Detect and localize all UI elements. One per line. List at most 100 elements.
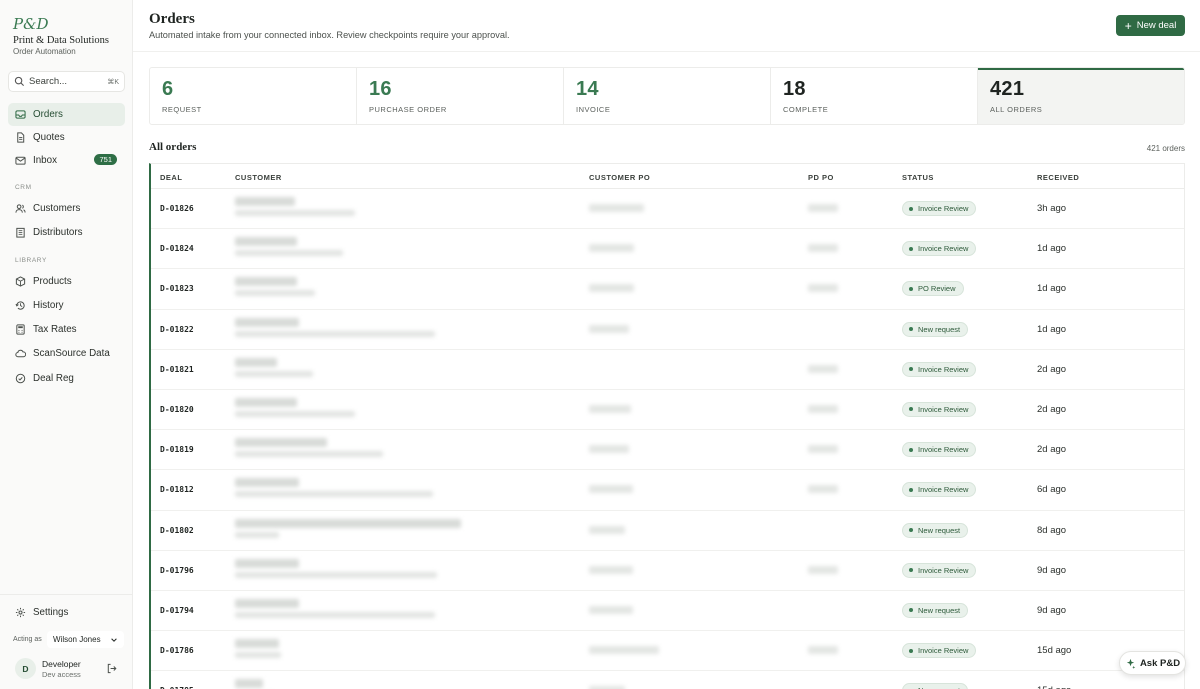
sidebar-item-history[interactable]: History <box>8 294 125 317</box>
stat-invoice[interactable]: 14 INVOICE <box>564 68 771 124</box>
status-label: Invoice Review <box>918 445 969 455</box>
table-row[interactable]: D-01802 New request 8d ago <box>151 511 1184 551</box>
deal-id[interactable]: D-01812 <box>160 485 194 494</box>
sidebar-item-tax-rates[interactable]: Tax Rates <box>8 318 125 341</box>
pd-po-redacted <box>808 204 838 212</box>
status-badge: PO Review <box>902 281 964 297</box>
customer-po-redacted <box>589 525 625 534</box>
sidebar-item-settings[interactable]: Settings <box>8 601 125 624</box>
customer-name-redacted <box>235 317 299 327</box>
status-dot-icon <box>909 407 913 412</box>
status-label: Invoice Review <box>918 244 969 254</box>
stat-value: 18 <box>783 78 806 100</box>
logout-icon[interactable] <box>106 663 117 674</box>
deal-id[interactable]: D-01794 <box>160 606 194 615</box>
customer-email-redacted <box>235 652 281 659</box>
deal-id[interactable]: D-01786 <box>160 646 194 655</box>
received-time: 1d ago <box>1037 323 1067 335</box>
deal-id[interactable]: D-01826 <box>160 204 194 213</box>
table-row[interactable]: D-01786 Invoice Review 15d ago <box>151 631 1184 672</box>
table-row[interactable]: D-01812 Invoice Review 6d ago <box>151 470 1184 511</box>
status-dot-icon <box>909 367 913 372</box>
table-header: DEAL CUSTOMER CUSTOMER PO PD PO STATUS R… <box>151 164 1184 189</box>
sidebar-item-orders[interactable]: Orders <box>8 103 125 126</box>
customer-po-redacted <box>589 204 644 212</box>
status-dot-icon <box>909 568 913 573</box>
received-time: 2d ago <box>1037 403 1067 415</box>
sidebar-item-label: Orders <box>33 109 63 120</box>
customer-po-redacted <box>589 404 631 413</box>
customer-email-redacted <box>235 531 279 538</box>
deal-id[interactable]: D-01822 <box>160 325 194 334</box>
search-input[interactable]: Search... ⌘K <box>8 71 125 92</box>
user-name: Developer <box>42 659 81 669</box>
table-row[interactable]: D-01820 Invoice Review 2d ago <box>151 390 1184 431</box>
pd-po-redacted <box>808 364 838 373</box>
customer-name-redacted <box>235 237 297 247</box>
deal-id[interactable]: D-01821 <box>160 365 194 374</box>
deal-id[interactable]: D-01823 <box>160 284 194 293</box>
table-row[interactable]: D-01822 New request 1d ago <box>151 310 1184 350</box>
column-header-received[interactable]: RECEIVED <box>1037 173 1079 182</box>
customer-email-redacted <box>235 210 355 216</box>
table-row[interactable]: D-01826 Invoice Review 3h ago <box>151 189 1184 230</box>
status-badge: Invoice Review <box>902 201 977 216</box>
ask-assistant-button[interactable]: Ask P&D <box>1119 651 1186 675</box>
column-header-deal[interactable]: DEAL <box>160 173 182 182</box>
deal-id[interactable]: D-01820 <box>160 405 194 414</box>
customer-email-redacted <box>235 451 383 458</box>
column-header-status[interactable]: STATUS <box>902 173 934 182</box>
stat-all-orders[interactable]: 421 ALL ORDERS <box>978 68 1184 124</box>
pd-po-redacted <box>808 565 838 574</box>
table-row[interactable]: D-01824 Invoice Review 1d ago <box>151 229 1184 270</box>
badge-check-icon <box>15 373 26 384</box>
status-badge: Invoice Review <box>902 401 977 417</box>
table-row[interactable]: D-01823 PO Review 1d ago <box>151 269 1184 310</box>
table-row[interactable]: D-01794 New request 9d ago <box>151 591 1184 632</box>
received-time: 9d ago <box>1037 564 1067 576</box>
table-row[interactable]: D-01796 Invoice Review 9d ago <box>151 551 1184 591</box>
column-header-customer[interactable]: CUSTOMER <box>235 173 282 182</box>
stat-complete[interactable]: 18 COMPLETE <box>771 68 978 124</box>
new-deal-button[interactable]: + New deal <box>1116 15 1185 36</box>
sidebar-item-label: Quotes <box>33 132 65 143</box>
received-time: 6d ago <box>1037 484 1067 496</box>
sidebar-item-deal-reg[interactable]: Deal Reg <box>8 367 125 390</box>
customer-name-redacted <box>235 357 277 367</box>
gear-icon <box>15 607 26 618</box>
deal-id[interactable]: D-01824 <box>160 244 194 253</box>
page-subtitle: Automated intake from your connected inb… <box>149 30 510 40</box>
table-row[interactable]: D-01821 Invoice Review 2d ago <box>151 350 1184 390</box>
sidebar-item-distributors[interactable]: Distributors <box>8 221 125 244</box>
customer-po-redacted <box>589 485 633 494</box>
customer-po-redacted <box>589 605 633 614</box>
acting-as-select[interactable]: Wilson Jones <box>47 631 124 648</box>
ask-assistant-label: Ask P&D <box>1139 657 1181 669</box>
sidebar: P&D Print & Data Solutions Order Automat… <box>0 0 133 689</box>
stat-value: 16 <box>369 78 392 100</box>
status-label: Invoice Review <box>918 364 969 374</box>
page-title: Orders <box>149 11 195 27</box>
stat-purchase-order[interactable]: 16 PURCHASE ORDER <box>357 68 564 124</box>
status-badge: Invoice Review <box>902 643 977 659</box>
deal-id[interactable]: D-01819 <box>160 445 194 454</box>
column-header-pd-po[interactable]: PD PO <box>808 173 834 182</box>
sidebar-item-customers[interactable]: Customers <box>8 197 125 220</box>
column-header-customer-po[interactable]: CUSTOMER PO <box>589 173 650 182</box>
deal-id[interactable]: D-01796 <box>160 566 194 575</box>
stat-request[interactable]: 6 REQUEST <box>150 68 357 124</box>
customer-email-redacted <box>235 410 355 417</box>
deal-id[interactable]: D-01802 <box>160 526 194 535</box>
sidebar-item-scansource-data[interactable]: ScanSource Data <box>8 342 125 365</box>
orders-count: 421 orders <box>1146 144 1185 153</box>
customer-po-redacted <box>589 565 633 574</box>
sidebar-item-quotes[interactable]: Quotes <box>8 126 125 149</box>
table-row[interactable]: D-01785New request15d ago <box>151 671 1184 689</box>
sidebar-item-inbox[interactable]: Inbox 751 <box>8 149 125 172</box>
sidebar-item-products[interactable]: Products <box>8 270 125 293</box>
header-divider <box>133 51 1200 52</box>
stat-label: COMPLETE <box>783 105 829 114</box>
sidebar-item-label: Settings <box>33 607 69 618</box>
table-row[interactable]: D-01819 Invoice Review 2d ago <box>151 430 1184 471</box>
inbox-tray-icon <box>15 109 26 120</box>
